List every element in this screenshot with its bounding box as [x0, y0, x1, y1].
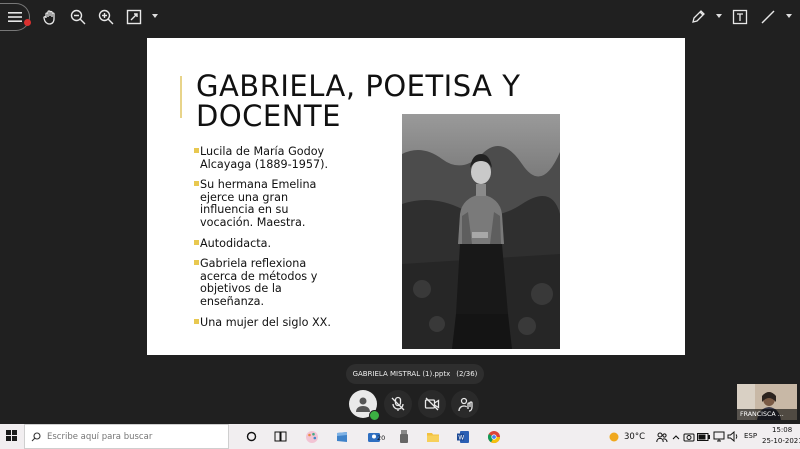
participant-name: FRANCISCA ...	[737, 409, 797, 420]
taskbar-app-chrome[interactable]	[486, 429, 501, 444]
zoom-out-button[interactable]	[66, 5, 90, 29]
zoom-out-icon	[70, 9, 86, 25]
taskbar-search-input[interactable]	[47, 431, 217, 442]
volume-tray-button[interactable]	[725, 429, 740, 444]
people-tray-button[interactable]	[654, 429, 669, 444]
taskbar-search-box[interactable]	[24, 424, 229, 449]
profile-button[interactable]	[349, 390, 380, 421]
pen-button[interactable]	[686, 5, 710, 29]
taskbar-app-word[interactable]: W	[455, 429, 470, 444]
battery-tray-button[interactable]	[696, 429, 711, 444]
cortana-circle-icon	[246, 431, 257, 442]
check-icon	[369, 410, 380, 421]
bullet-item: Autodidacta.	[194, 237, 344, 251]
word-icon: W	[456, 430, 469, 443]
zoom-in-button[interactable]	[94, 5, 118, 29]
mic-off-icon	[391, 396, 405, 411]
usb-drive-icon	[399, 429, 408, 443]
people-tray-icon	[655, 432, 667, 442]
bullet-marker-icon	[194, 181, 199, 187]
weather-temperature: 30°C	[624, 432, 646, 442]
monitor-network-icon	[713, 431, 724, 442]
taskbar-app-explorer[interactable]	[425, 429, 440, 444]
pen-dropdown-icon[interactable]	[716, 14, 722, 18]
person-hand-icon	[458, 397, 473, 412]
notification-dot	[24, 19, 31, 26]
bullet-item: Lucila de María Godoy Alcayaga (1889-195…	[194, 145, 344, 171]
file-info-pill: GABRIELA MISTRAL (1).pptx (2/36)	[346, 364, 484, 384]
pan-button[interactable]	[38, 5, 62, 29]
cortana-button[interactable]	[244, 429, 259, 444]
clock-time[interactable]: 15:08	[772, 426, 792, 434]
windows-start-button[interactable]	[6, 430, 18, 442]
bullet-marker-icon	[194, 260, 199, 266]
text-box-icon	[732, 9, 748, 25]
file-name: GABRIELA MISTRAL (1).pptx	[352, 370, 451, 378]
presentation-slide: GABRIELA, POETISA Y DOCENTE Lucila de Ma…	[147, 38, 685, 355]
taskbar-app-paint[interactable]	[304, 429, 319, 444]
camera-off-icon	[424, 397, 440, 411]
bullet-marker-icon	[194, 239, 199, 245]
line-tool-button[interactable]	[756, 5, 780, 29]
participant-video-tile[interactable]: FRANCISCA ...	[737, 384, 797, 420]
fit-page-icon	[126, 9, 142, 25]
camera-icon	[683, 433, 694, 441]
microphone-toggle-button[interactable]	[384, 390, 412, 418]
bullet-list: Lucila de María Godoy Alcayaga (1889-195…	[194, 145, 344, 337]
line-icon	[761, 10, 775, 24]
battery-icon	[697, 432, 710, 441]
speaker-icon	[727, 431, 737, 442]
taskbar-app-files[interactable]	[334, 429, 349, 444]
bullet-marker-icon	[194, 318, 199, 324]
folder-icon	[426, 432, 439, 442]
network-tray-button[interactable]	[711, 429, 726, 444]
paint-icon	[305, 430, 318, 443]
windows-taskbar: 20 W 30°C ESP 15:08 25-10-2021	[0, 424, 800, 449]
task-view-icon	[274, 431, 287, 442]
line-dropdown-icon[interactable]	[786, 14, 792, 18]
camera-tray-button[interactable]	[681, 429, 696, 444]
raise-hand-button[interactable]	[451, 390, 479, 418]
task-view-button[interactable]	[273, 429, 288, 444]
taskbar-app-usb[interactable]	[396, 429, 411, 444]
text-tool-button[interactable]	[728, 5, 752, 29]
pen-icon	[692, 10, 705, 23]
blue-app-icon	[336, 431, 347, 442]
bullet-item: Su hermana Emelina ejerce una gran influ…	[194, 178, 344, 229]
weather-button[interactable]	[606, 429, 621, 444]
svg-text:W: W	[458, 434, 464, 441]
search-icon	[31, 431, 41, 441]
hamburger-icon	[7, 12, 22, 22]
top-toolbar	[0, 0, 800, 36]
chevron-up-icon	[672, 434, 679, 439]
title-accent-bar	[180, 76, 182, 118]
zoom-in-icon	[98, 9, 114, 25]
chrome-icon	[487, 430, 500, 443]
menu-button[interactable]	[0, 3, 30, 31]
bullet-item: Gabriela reflexiona acerca de métodos y …	[194, 257, 344, 308]
bullet-marker-icon	[194, 148, 199, 153]
page-counter: (2/36)	[456, 370, 478, 378]
clock-date[interactable]: 25-10-2021	[762, 437, 800, 445]
taskbar-badge-count: 20	[377, 434, 386, 442]
language-indicator[interactable]: ESP	[744, 432, 757, 440]
portrait-photo	[402, 114, 560, 349]
fit-view-button[interactable]	[122, 5, 146, 29]
fit-view-dropdown-icon[interactable]	[152, 14, 158, 18]
hand-icon	[43, 10, 55, 25]
taskbar-app-meet[interactable]: 20	[366, 429, 385, 444]
camera-toggle-button[interactable]	[418, 390, 446, 418]
bullet-item: Una mujer del siglo XX.	[194, 316, 344, 330]
sun-icon	[609, 432, 618, 441]
user-avatar-icon	[356, 397, 370, 412]
